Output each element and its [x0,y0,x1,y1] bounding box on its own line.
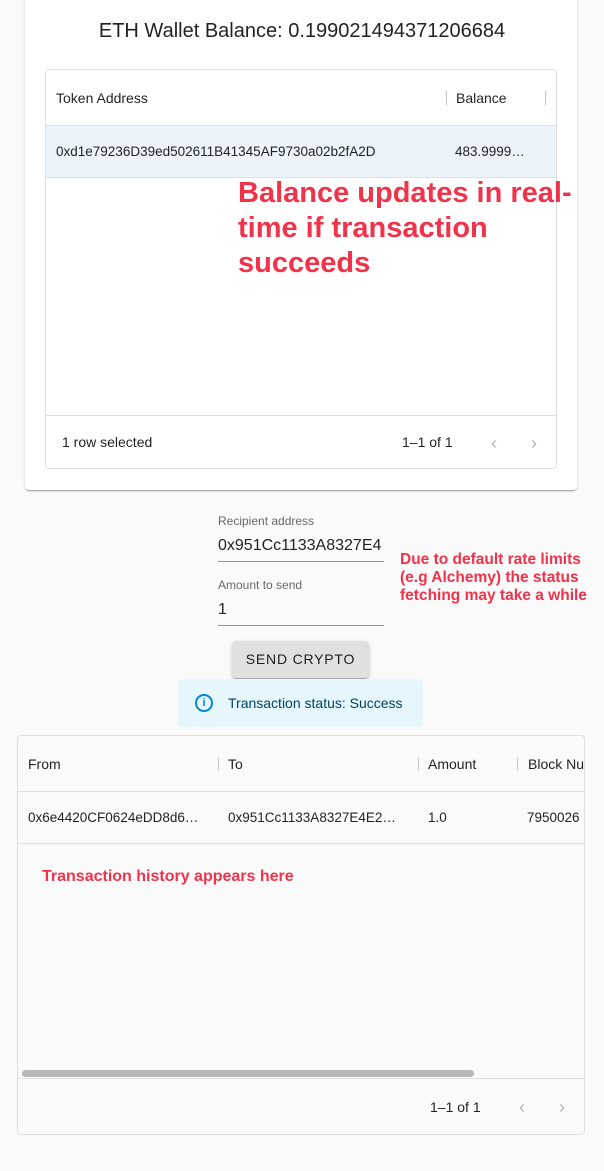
pagination-range: 1–1 of 1 [402,434,453,450]
transaction-status-alert: i Transaction status: Success [178,679,423,727]
history-next-page-button[interactable]: › [548,1093,576,1121]
info-icon: i [195,694,213,712]
amount-underline [218,625,384,626]
history-grid-footer: 1–1 of 1 ‹ › [18,1078,584,1134]
column-header-block-number[interactable]: Block Nu [528,736,584,792]
token-balance-cell: 483.9999… [455,144,525,159]
column-header-balance[interactable]: Balance [456,70,507,126]
token-row[interactable]: 0xd1e79236D39ed502611B41345AF9730a02b2fA… [46,126,556,178]
scrollbar-thumb[interactable] [22,1070,474,1077]
history-amount-cell: 1.0 [428,810,447,825]
history-row[interactable]: 0x6e4420CF0624eDD8d6… 0x951Cc1133A8327E4… [18,792,584,844]
transaction-status-text: Transaction status: Success [228,695,403,711]
previous-page-button[interactable]: ‹ [480,429,508,457]
token-address-cell: 0xd1e79236D39ed502611B41345AF9730a02b2fA… [56,144,376,159]
column-header-to[interactable]: To [228,736,243,792]
eth-balance-title: ETH Wallet Balance: 0.199021494371206684 [98,20,506,42]
next-page-button[interactable]: › [520,429,548,457]
column-header-token-address[interactable]: Token Address [56,70,148,126]
history-block-cell: 7950026 [527,810,580,825]
amount-input[interactable]: 1 [218,601,384,619]
history-grid-header: From To Amount Block Nu [18,736,584,792]
recipient-label: Recipient address [218,514,315,528]
transaction-history-grid: From To Amount Block Nu 0x6e4420CF0624eD… [17,735,585,1135]
column-header-amount[interactable]: Amount [428,736,476,792]
column-separator[interactable] [545,91,546,105]
history-pagination-range: 1–1 of 1 [430,1099,481,1115]
history-to-cell: 0x951Cc1133A8327E4E2… [228,810,396,825]
selected-count: 1 row selected [62,434,153,450]
rate-limit-annotation: Due to default rate limits (e.g Alchemy)… [400,551,587,604]
amount-label: Amount to send [218,578,303,592]
history-annotation: Transaction history appears here [42,868,294,885]
recipient-input[interactable]: 0x951Cc1133A8327E4 [218,537,384,555]
recipient-underline [218,561,384,562]
column-separator[interactable] [517,757,518,771]
balance-annotation: Balance updates in real-time if transact… [238,177,572,279]
history-from-cell: 0x6e4420CF0624eDD8d6… [28,810,199,825]
column-separator[interactable] [418,757,419,771]
history-previous-page-button[interactable]: ‹ [508,1093,536,1121]
column-header-from[interactable]: From [28,736,61,792]
column-separator[interactable] [218,757,219,771]
token-grid-header: Token Address Balance [46,70,556,126]
column-separator[interactable] [446,91,447,105]
send-crypto-button[interactable]: SEND CRYPTO [232,641,369,678]
token-grid-footer: 1 row selected 1–1 of 1 ‹ › [46,415,556,468]
